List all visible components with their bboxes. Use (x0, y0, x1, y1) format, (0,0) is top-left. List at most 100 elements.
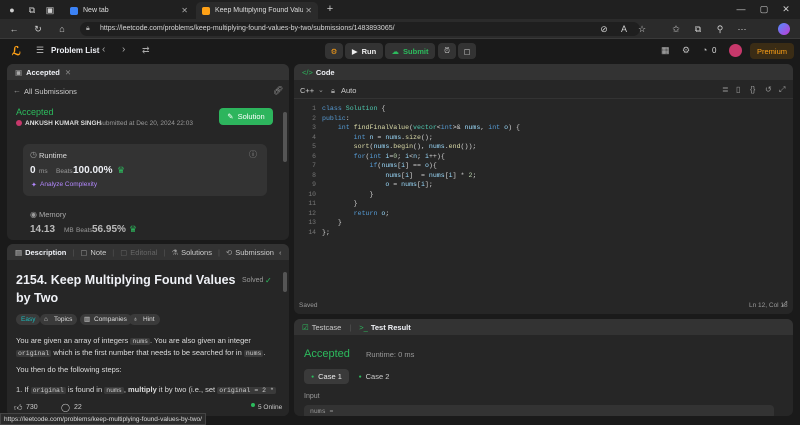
back-icon[interactable]: ← (8, 23, 20, 35)
text-span: 1. If (16, 385, 29, 394)
avatar[interactable] (729, 44, 742, 57)
favorites-icon[interactable]: ✩ (670, 23, 682, 35)
case-1-tab[interactable]: ● Case 1 (304, 369, 349, 384)
tab-editorial[interactable]: Editorial (130, 248, 157, 257)
tracking-icon[interactable]: ⊘ (598, 23, 610, 35)
close-tab-icon[interactable]: ✕ (305, 6, 312, 15)
all-submissions-link[interactable]: All Submissions (24, 87, 77, 96)
settings-gear-icon[interactable]: ⚙ (682, 45, 690, 56)
line-number: 3 (312, 124, 316, 131)
expand-icon[interactable]: ⤢ (782, 301, 788, 309)
tab-solutions[interactable]: Solutions (181, 248, 212, 257)
code-line: } (322, 190, 374, 198)
url-field[interactable]: 🔒︎ https://leetcode.com/problems/keep-mu… (80, 22, 640, 36)
topics-tag[interactable]: ⌂ Topics (40, 314, 78, 325)
case-2-tab[interactable]: ● Case 2 (354, 369, 394, 384)
tab-description[interactable]: Description (25, 248, 66, 257)
copilot-icon[interactable] (778, 23, 790, 35)
premium-button[interactable]: Premium (750, 43, 794, 59)
refresh-icon[interactable]: ↻ (32, 23, 44, 35)
format-icon[interactable]: ≣ (722, 85, 729, 94)
submit-label: Submit (403, 46, 429, 56)
problem-list-link[interactable]: Problem List (51, 46, 99, 55)
tabs-overflow-icon[interactable]: ‹ (279, 248, 282, 257)
read-aloud-icon[interactable]: A (618, 23, 630, 35)
share-link-icon[interactable]: 🔗︎ (273, 86, 283, 95)
tab-leetcode[interactable]: Keep Multiplying Found Values to ✕ (196, 2, 318, 19)
fullscreen-icon[interactable]: ⤢ (779, 85, 785, 95)
prev-problem-icon[interactable]: ‹ (102, 44, 105, 55)
author-name[interactable]: ANKUSH KUMAR SINGH (25, 120, 101, 127)
difficulty-badge[interactable]: Easy (16, 314, 41, 325)
tab-actions-icon[interactable]: ▣ (44, 4, 56, 16)
scrollbar[interactable] (283, 272, 287, 292)
collections-icon[interactable]: ⧉ (692, 23, 704, 35)
problem-list-icon[interactable]: ☰ (36, 45, 44, 56)
description-icon: ▤ (15, 247, 23, 257)
maximize-icon[interactable]: ▢ (758, 3, 770, 15)
debug-icon[interactable]: ⚙ (325, 43, 343, 59)
companies-tag[interactable]: ▥ Companies (80, 314, 132, 325)
result-status: Accepted (304, 348, 350, 360)
leetcode-logo-icon[interactable]: ℒ (12, 44, 24, 58)
tab-testcase[interactable]: Testcase (312, 323, 342, 332)
tab-accepted[interactable]: Accepted (26, 68, 60, 77)
timer-icon[interactable]: ⏰︎ (438, 43, 456, 59)
pass-dot-icon: ● (358, 373, 362, 380)
workspaces-icon[interactable]: ⧉ (26, 4, 38, 16)
comment-count: 22 (74, 404, 82, 411)
close-tab-icon[interactable]: ✕ (181, 6, 188, 15)
thumbs-up-icon[interactable]: 👍︎ (14, 403, 22, 413)
profile-icon[interactable]: ● (6, 4, 18, 16)
back-arrow-icon[interactable]: ← (13, 86, 21, 95)
memory-value: 14.13 (30, 224, 56, 235)
tab-submissions[interactable]: Submission (235, 248, 274, 257)
braces-icon[interactable]: {} (750, 85, 755, 94)
home-icon[interactable]: ⌂ (56, 23, 68, 35)
reset-icon[interactable]: ↺ (765, 85, 772, 94)
run-button[interactable]: ▶ Run (345, 43, 383, 59)
tab-label: New tab (83, 7, 109, 14)
next-problem-icon[interactable]: › (122, 44, 125, 55)
favorite-star-icon[interactable]: ☆ (636, 23, 648, 35)
minimize-icon[interactable]: — (735, 3, 747, 15)
line-number: 10 (308, 190, 316, 198)
streak-fire-icon[interactable]: ◔ (702, 45, 707, 55)
line-number: 14 (308, 228, 316, 236)
hint-tag[interactable]: ♁ Hint (129, 314, 160, 325)
new-tab-plus-icon[interactable]: + (324, 3, 336, 15)
code-line: int findFinalValue(vector<int>& nums, in… (337, 124, 520, 131)
line-number: 6 (312, 152, 316, 160)
code-editor[interactable]: 1 class Solution {2 public: 3 int findFinal… (294, 101, 793, 297)
analyze-complexity-link[interactable]: Analyze Complexity (40, 181, 97, 188)
submit-button[interactable]: ☁ Submit (385, 43, 435, 59)
notes-icon[interactable]: ▢ (458, 43, 476, 59)
extensions-icon[interactable]: ⚲ (714, 23, 726, 35)
memory-unit: MB (64, 227, 74, 234)
tab-new-tab[interactable]: New tab ✕ (64, 2, 194, 19)
runtime-beats: 100.00% (73, 165, 113, 176)
solution-button[interactable]: ✎ Solution (219, 108, 273, 125)
clock-icon: ◷ (30, 150, 37, 159)
comment-icon[interactable]: ◯ (61, 403, 70, 412)
tab-test-result[interactable]: Test Result (371, 323, 411, 332)
author-avatar (16, 120, 22, 126)
auto-mode[interactable]: Auto (341, 86, 356, 95)
info-icon[interactable]: ⓘ (249, 149, 257, 160)
bookmark-icon[interactable]: ▯ (736, 85, 740, 94)
tab-note[interactable]: Note (90, 248, 106, 257)
tab-divider: | (217, 247, 220, 257)
close-window-icon[interactable]: ✕ (780, 3, 792, 15)
inline-code: nums (104, 387, 124, 394)
scrollbar[interactable] (283, 112, 287, 162)
text-span: is found in (67, 385, 103, 394)
memory-chip-icon: ◉ (30, 210, 37, 219)
layout-icon[interactable]: ▦ (661, 45, 670, 56)
close-tab-icon[interactable]: ✕ (65, 68, 71, 77)
line-number: 8 (312, 171, 316, 179)
language-select[interactable]: C++ (300, 86, 314, 95)
shuffle-icon[interactable]: ⇄ (142, 45, 150, 56)
more-icon[interactable]: ⋯ (736, 23, 748, 35)
description-panel: ▤ Description | ▢ Note | ▢ Editorial | ⚗… (7, 244, 289, 416)
runtime-unit: ms (39, 168, 48, 175)
